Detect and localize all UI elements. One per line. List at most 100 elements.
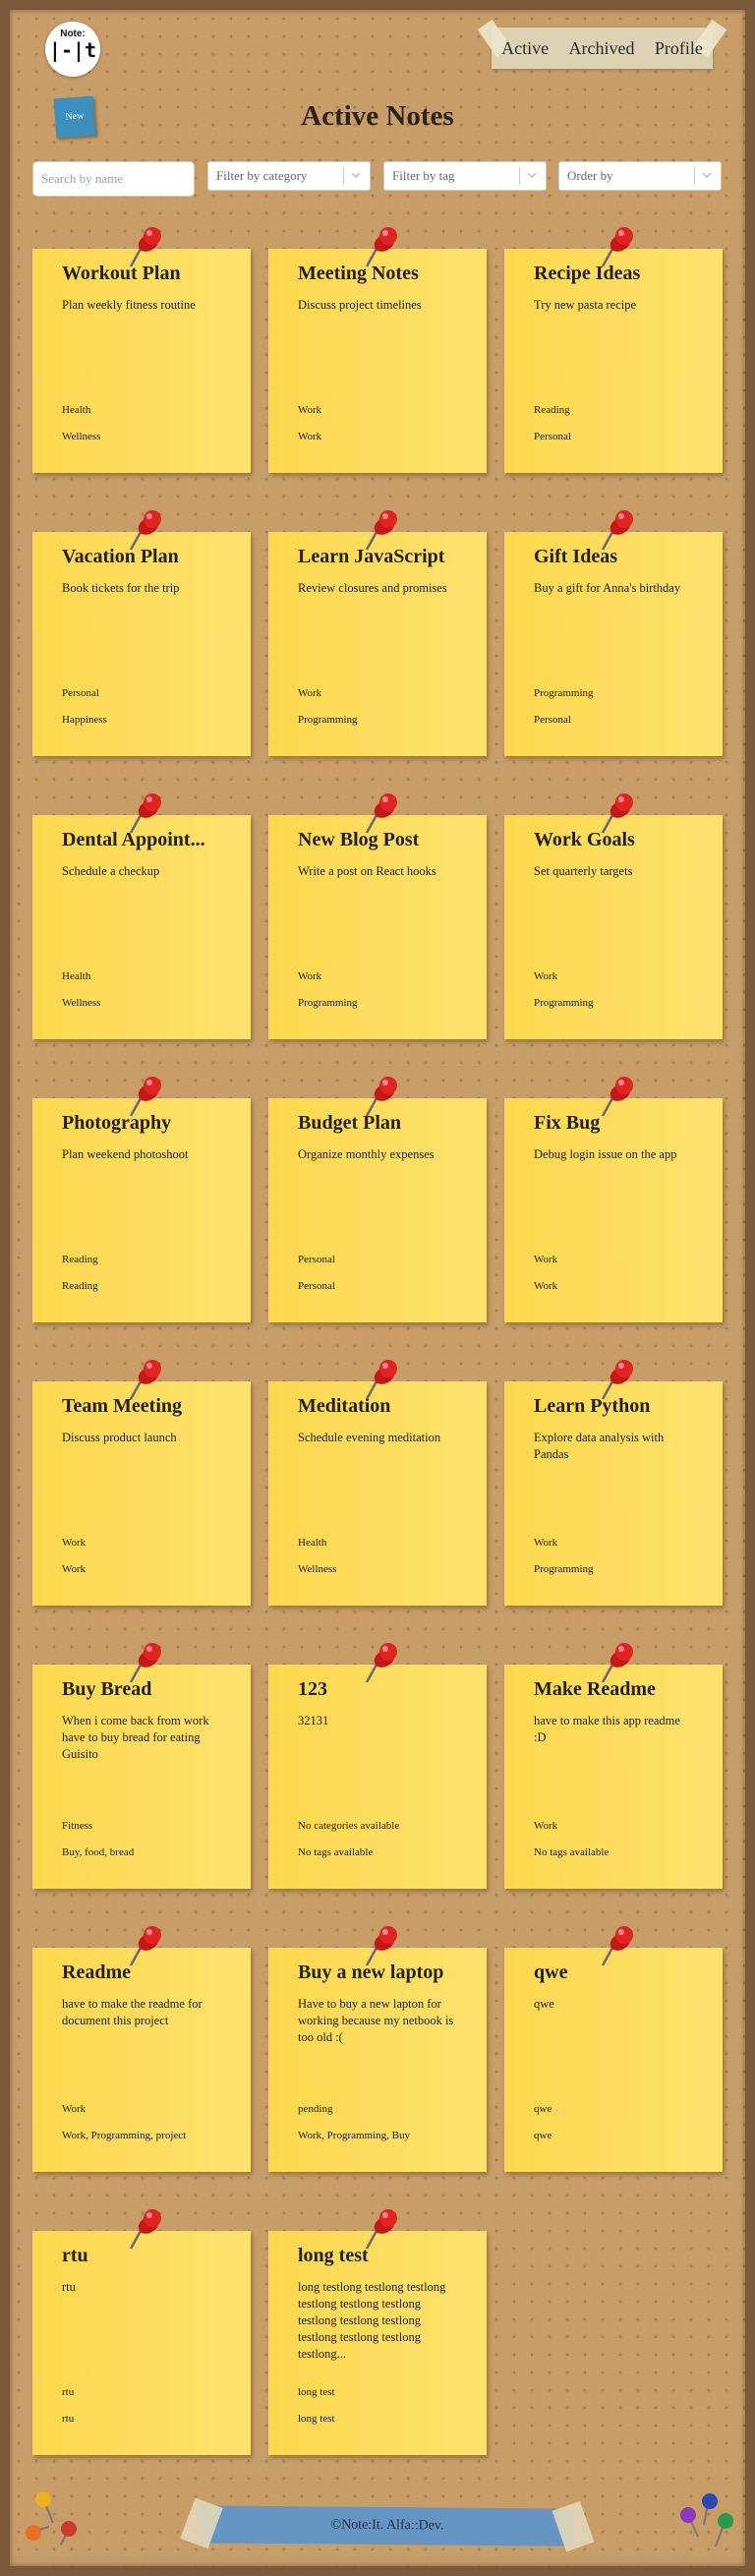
note-description: Schedule a checkup <box>62 864 160 878</box>
note-description: Plan weekly fitness routine <box>62 298 196 312</box>
order-by-label: Order by <box>567 168 613 183</box>
note-description: have to make this app readme :D <box>534 1714 680 1744</box>
pushpin-icon <box>365 1360 397 1400</box>
note-category: Programming <box>534 687 594 699</box>
note-description: When i come back from work have to buy b… <box>62 1714 209 1761</box>
note-category: Health <box>298 1537 327 1549</box>
note-card[interactable]: Meditation Schedule evening meditation Hea… <box>268 1360 487 1606</box>
note-description: Have to buy a new lapton for working bec… <box>298 1997 454 2044</box>
pushpin-icon <box>601 1360 633 1400</box>
note-category: Personal <box>62 687 99 699</box>
note-description: Organize monthly expenses <box>298 1147 435 1161</box>
note-tags: rtu <box>62 2413 75 2425</box>
note-card[interactable]: Dental Appoint... Schedule a checkup Healt… <box>32 793 251 1039</box>
tag-filter-label: Filter by tag <box>392 168 455 183</box>
select-separator <box>343 167 344 185</box>
footer: ©Note:It. Alfa::Dev. <box>180 2497 595 2552</box>
note-card[interactable]: Gift Ideas Buy a gift for Anna's birthday… <box>504 510 723 756</box>
pushpin-icon <box>129 2209 161 2250</box>
note-tags: Buy, food, bread <box>62 1846 135 1858</box>
note-description: rtu <box>62 2280 76 2294</box>
note-card[interactable]: Vacation Plan Book tickets for the trip Pe… <box>32 510 251 756</box>
pushpin-icon <box>365 227 397 267</box>
select-separator <box>519 167 520 185</box>
note-card[interactable]: Work Goals Set quarterly targets Work Progr… <box>504 793 723 1039</box>
note-description: Book tickets for the trip <box>62 581 180 595</box>
logo-main-text: |-|t <box>48 38 97 62</box>
note-category: pending <box>298 2103 333 2115</box>
note-card[interactable]: Meeting Notes Discuss project timelines Wo… <box>268 227 487 473</box>
note-description: have to make the readme for document thi… <box>62 1997 203 2027</box>
note-description: Debug login issue on the app <box>534 1147 677 1161</box>
pushpin-icon <box>129 1926 161 1966</box>
note-card[interactable]: Buy a new laptop Have to buy a new lapton… <box>268 1926 487 2172</box>
note-card[interactable]: Workout Plan Plan weekly fitness routine H… <box>32 227 251 473</box>
app-logo[interactable]: Note: |-|t <box>45 22 100 77</box>
note-tags: Personal <box>534 714 571 726</box>
note-tags: Happiness <box>62 714 107 726</box>
note-tags: Personal <box>298 1280 335 1292</box>
note-card[interactable]: Fix Bug Debug login issue on the app Work W… <box>504 1077 723 1322</box>
note-card[interactable]: New Blog Post Write a post on React hooks… <box>268 793 487 1039</box>
footer-tape-left <box>180 2497 223 2549</box>
search-input[interactable] <box>32 161 195 197</box>
note-tags: Programming <box>298 997 358 1009</box>
note-card[interactable]: Photography Plan weekend photoshoot Readin… <box>32 1077 251 1322</box>
chevron-down-icon <box>351 172 361 179</box>
note-card[interactable]: Team Meeting Discuss product launch Work Wo… <box>32 1360 251 1606</box>
note-tags: Programming <box>534 997 594 1009</box>
note-category: Fitness <box>62 1820 93 1832</box>
decorative-pins-right-icon <box>680 2493 733 2547</box>
note-card[interactable]: Buy Bread When i come back from work have… <box>32 1643 251 1889</box>
note-tags: No tags available <box>534 1846 610 1858</box>
page-title: Active Notes <box>301 100 454 132</box>
note-description: 32131 <box>298 1714 329 1727</box>
note-category: Health <box>62 970 91 982</box>
pushpin-icon <box>365 2209 397 2250</box>
note-tags: No tags available <box>298 1846 374 1858</box>
pushpin-icon <box>365 510 397 551</box>
note-category: long test <box>298 2386 335 2398</box>
nav-active[interactable]: Active <box>501 38 549 59</box>
note-card[interactable]: Make Readme have to make this app readme … <box>504 1643 723 1889</box>
pushpin-icon <box>129 227 161 267</box>
note-tags: Personal <box>534 431 571 442</box>
note-tags: Wellness <box>298 1563 337 1575</box>
nav-profile[interactable]: Profile <box>655 38 703 59</box>
order-by-select[interactable]: Order by <box>558 161 722 191</box>
note-card[interactable]: long test long testlong testlong testlong… <box>268 2209 487 2455</box>
note-description: Set quarterly targets <box>534 864 633 878</box>
category-filter-select[interactable]: Filter by category <box>207 161 371 191</box>
note-card[interactable]: Learn JavaScript Review closures and prom… <box>268 510 487 756</box>
pushpin-icon <box>129 510 161 551</box>
pushpin-icon <box>601 793 633 834</box>
note-card[interactable]: Budget Plan Organize monthly expenses Pers… <box>268 1077 487 1322</box>
pushpin-icon <box>129 1077 161 1117</box>
nav-archived[interactable]: Archived <box>569 38 635 59</box>
chevron-down-icon <box>527 172 537 179</box>
note-card[interactable]: Recipe Ideas Try new pasta recipe Reading P… <box>504 227 723 473</box>
pushpin-icon <box>365 1077 397 1117</box>
note-description: Explore data analysis with Pandas <box>534 1431 665 1461</box>
footer-tape-right <box>552 2500 595 2552</box>
pushpin-icon <box>365 1643 397 1683</box>
note-description: Discuss project timelines <box>298 298 422 312</box>
note-card[interactable]: qwe qwe qwe qwe <box>504 1926 723 2172</box>
note-card[interactable]: Learn Python Explore data analysis with P… <box>504 1360 723 1606</box>
note-card[interactable]: rtu rtu rtu rtu <box>32 2209 251 2455</box>
note-category: Personal <box>298 1254 335 1265</box>
note-card[interactable]: Readme have to make the readme for docume… <box>32 1926 251 2172</box>
note-category: Work <box>298 404 322 416</box>
note-category: No categories available <box>298 1820 400 1832</box>
tag-filter-select[interactable]: Filter by tag <box>383 161 547 191</box>
note-category: Work <box>534 970 558 982</box>
note-tags: Wellness <box>62 997 101 1009</box>
note-description: Discuss product launch <box>62 1431 177 1444</box>
note-card[interactable]: 123 32131 No categories available No tags a… <box>268 1643 487 1889</box>
note-description: Write a post on React hooks <box>298 864 436 878</box>
pushpin-icon <box>129 1360 161 1400</box>
category-filter-label: Filter by category <box>216 168 308 183</box>
select-separator <box>694 167 695 185</box>
note-category: Work <box>298 970 322 982</box>
note-tags: Work <box>534 1280 558 1292</box>
